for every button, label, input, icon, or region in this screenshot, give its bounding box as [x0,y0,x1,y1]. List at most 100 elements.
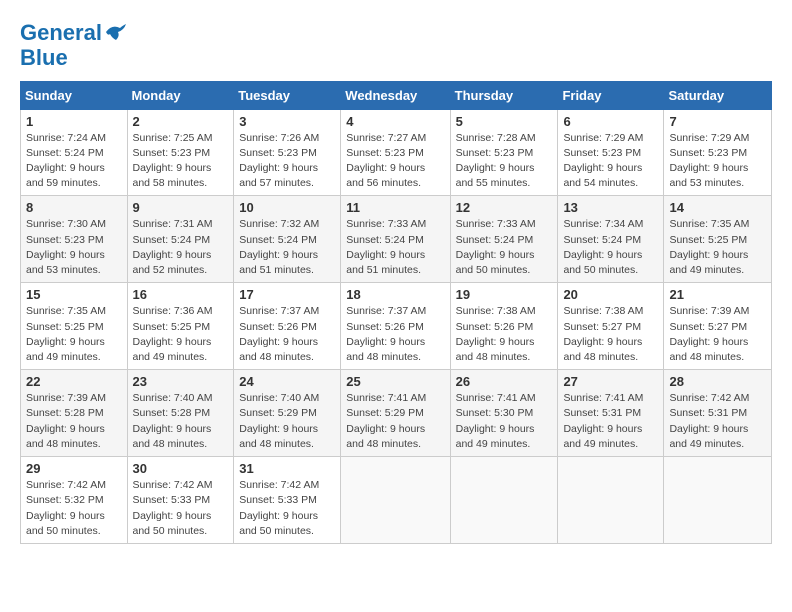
day-number: 22 [26,374,122,389]
day-info: Sunrise: 7:42 AMSunset: 5:33 PMDaylight:… [133,478,229,539]
weekday-header-row: SundayMondayTuesdayWednesdayThursdayFrid… [21,81,772,109]
day-info: Sunrise: 7:39 AMSunset: 5:27 PMDaylight:… [669,304,766,365]
calendar-cell: 23 Sunrise: 7:40 AMSunset: 5:28 PMDaylig… [127,370,234,457]
logo-bird-icon [104,22,126,42]
calendar-cell: 13 Sunrise: 7:34 AMSunset: 5:24 PMDaylig… [558,196,664,283]
day-number: 12 [456,200,553,215]
day-info: Sunrise: 7:35 AMSunset: 5:25 PMDaylight:… [669,217,766,278]
day-number: 13 [563,200,658,215]
calendar-cell: 10 Sunrise: 7:32 AMSunset: 5:24 PMDaylig… [234,196,341,283]
day-info: Sunrise: 7:28 AMSunset: 5:23 PMDaylight:… [456,131,553,192]
day-number: 25 [346,374,444,389]
day-number: 15 [26,287,122,302]
calendar-week-row: 8 Sunrise: 7:30 AMSunset: 5:23 PMDayligh… [21,196,772,283]
day-number: 21 [669,287,766,302]
calendar-cell: 20 Sunrise: 7:38 AMSunset: 5:27 PMDaylig… [558,283,664,370]
page-header: General Blue [20,20,772,71]
day-number: 2 [133,114,229,129]
logo-general: General [20,20,102,45]
calendar-week-row: 1 Sunrise: 7:24 AMSunset: 5:24 PMDayligh… [21,109,772,196]
day-number: 26 [456,374,553,389]
day-info: Sunrise: 7:25 AMSunset: 5:23 PMDaylight:… [133,131,229,192]
day-info: Sunrise: 7:41 AMSunset: 5:29 PMDaylight:… [346,391,444,452]
day-number: 5 [456,114,553,129]
calendar-cell [341,457,450,544]
day-number: 16 [133,287,229,302]
day-info: Sunrise: 7:29 AMSunset: 5:23 PMDaylight:… [669,131,766,192]
day-number: 14 [669,200,766,215]
day-info: Sunrise: 7:41 AMSunset: 5:31 PMDaylight:… [563,391,658,452]
calendar-week-row: 15 Sunrise: 7:35 AMSunset: 5:25 PMDaylig… [21,283,772,370]
day-info: Sunrise: 7:26 AMSunset: 5:23 PMDaylight:… [239,131,335,192]
weekday-header-tuesday: Tuesday [234,81,341,109]
calendar-cell: 29 Sunrise: 7:42 AMSunset: 5:32 PMDaylig… [21,457,128,544]
weekday-header-saturday: Saturday [664,81,772,109]
day-number: 3 [239,114,335,129]
calendar-cell: 19 Sunrise: 7:38 AMSunset: 5:26 PMDaylig… [450,283,558,370]
calendar-week-row: 29 Sunrise: 7:42 AMSunset: 5:32 PMDaylig… [21,457,772,544]
calendar-cell: 3 Sunrise: 7:26 AMSunset: 5:23 PMDayligh… [234,109,341,196]
calendar-week-row: 22 Sunrise: 7:39 AMSunset: 5:28 PMDaylig… [21,370,772,457]
day-info: Sunrise: 7:34 AMSunset: 5:24 PMDaylight:… [563,217,658,278]
calendar-cell: 17 Sunrise: 7:37 AMSunset: 5:26 PMDaylig… [234,283,341,370]
day-number: 4 [346,114,444,129]
calendar-cell: 26 Sunrise: 7:41 AMSunset: 5:30 PMDaylig… [450,370,558,457]
calendar-cell: 2 Sunrise: 7:25 AMSunset: 5:23 PMDayligh… [127,109,234,196]
day-number: 19 [456,287,553,302]
day-info: Sunrise: 7:32 AMSunset: 5:24 PMDaylight:… [239,217,335,278]
day-number: 31 [239,461,335,476]
day-number: 7 [669,114,766,129]
day-number: 8 [26,200,122,215]
calendar-cell: 22 Sunrise: 7:39 AMSunset: 5:28 PMDaylig… [21,370,128,457]
weekday-header-sunday: Sunday [21,81,128,109]
day-info: Sunrise: 7:36 AMSunset: 5:25 PMDaylight:… [133,304,229,365]
day-info: Sunrise: 7:37 AMSunset: 5:26 PMDaylight:… [239,304,335,365]
day-number: 11 [346,200,444,215]
day-info: Sunrise: 7:40 AMSunset: 5:28 PMDaylight:… [133,391,229,452]
day-info: Sunrise: 7:42 AMSunset: 5:32 PMDaylight:… [26,478,122,539]
calendar-cell: 24 Sunrise: 7:40 AMSunset: 5:29 PMDaylig… [234,370,341,457]
day-number: 30 [133,461,229,476]
day-number: 24 [239,374,335,389]
weekday-header-wednesday: Wednesday [341,81,450,109]
calendar-cell: 6 Sunrise: 7:29 AMSunset: 5:23 PMDayligh… [558,109,664,196]
day-info: Sunrise: 7:40 AMSunset: 5:29 PMDaylight:… [239,391,335,452]
day-info: Sunrise: 7:38 AMSunset: 5:26 PMDaylight:… [456,304,553,365]
day-info: Sunrise: 7:38 AMSunset: 5:27 PMDaylight:… [563,304,658,365]
calendar-cell: 4 Sunrise: 7:27 AMSunset: 5:23 PMDayligh… [341,109,450,196]
day-info: Sunrise: 7:24 AMSunset: 5:24 PMDaylight:… [26,131,122,192]
calendar-cell: 25 Sunrise: 7:41 AMSunset: 5:29 PMDaylig… [341,370,450,457]
calendar-cell [664,457,772,544]
calendar-cell: 16 Sunrise: 7:36 AMSunset: 5:25 PMDaylig… [127,283,234,370]
day-info: Sunrise: 7:37 AMSunset: 5:26 PMDaylight:… [346,304,444,365]
day-number: 1 [26,114,122,129]
day-info: Sunrise: 7:29 AMSunset: 5:23 PMDaylight:… [563,131,658,192]
day-info: Sunrise: 7:42 AMSunset: 5:33 PMDaylight:… [239,478,335,539]
weekday-header-friday: Friday [558,81,664,109]
calendar-cell: 5 Sunrise: 7:28 AMSunset: 5:23 PMDayligh… [450,109,558,196]
calendar-cell: 11 Sunrise: 7:33 AMSunset: 5:24 PMDaylig… [341,196,450,283]
calendar-cell: 7 Sunrise: 7:29 AMSunset: 5:23 PMDayligh… [664,109,772,196]
day-number: 29 [26,461,122,476]
day-number: 18 [346,287,444,302]
calendar-cell: 28 Sunrise: 7:42 AMSunset: 5:31 PMDaylig… [664,370,772,457]
day-number: 23 [133,374,229,389]
calendar-cell: 8 Sunrise: 7:30 AMSunset: 5:23 PMDayligh… [21,196,128,283]
day-info: Sunrise: 7:30 AMSunset: 5:23 PMDaylight:… [26,217,122,278]
day-number: 27 [563,374,658,389]
day-number: 17 [239,287,335,302]
calendar-cell: 15 Sunrise: 7:35 AMSunset: 5:25 PMDaylig… [21,283,128,370]
weekday-header-thursday: Thursday [450,81,558,109]
calendar-cell: 14 Sunrise: 7:35 AMSunset: 5:25 PMDaylig… [664,196,772,283]
calendar-table: SundayMondayTuesdayWednesdayThursdayFrid… [20,81,772,544]
calendar-cell: 31 Sunrise: 7:42 AMSunset: 5:33 PMDaylig… [234,457,341,544]
calendar-cell [450,457,558,544]
day-number: 28 [669,374,766,389]
day-number: 9 [133,200,229,215]
logo: General Blue [20,20,126,71]
calendar-cell: 12 Sunrise: 7:33 AMSunset: 5:24 PMDaylig… [450,196,558,283]
day-info: Sunrise: 7:33 AMSunset: 5:24 PMDaylight:… [346,217,444,278]
day-info: Sunrise: 7:33 AMSunset: 5:24 PMDaylight:… [456,217,553,278]
calendar-cell: 18 Sunrise: 7:37 AMSunset: 5:26 PMDaylig… [341,283,450,370]
calendar-cell [558,457,664,544]
